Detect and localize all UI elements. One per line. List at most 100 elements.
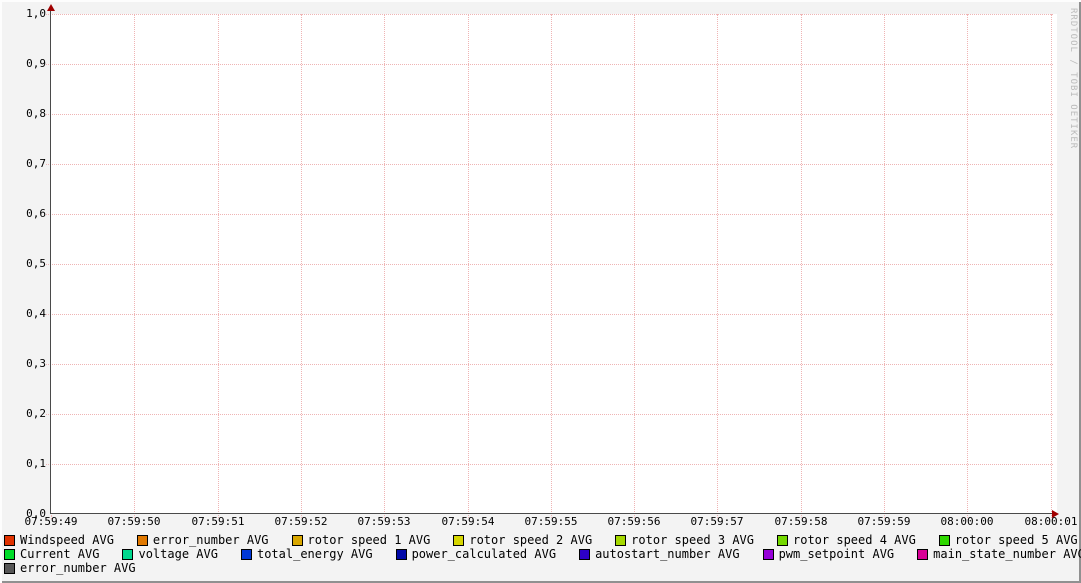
legend-item: rotor speed 1 AVG (292, 534, 431, 547)
x-tick-label: 08:00:01 (1019, 516, 1081, 528)
v-gridline (551, 14, 552, 518)
h-gridline (46, 364, 1053, 365)
legend-item: error_number AVG (137, 534, 269, 547)
legend: Windspeed AVG error_number AVG rotor speed… (4, 533, 1081, 575)
legend-item: rotor speed 2 AVG (453, 534, 592, 547)
x-tick-label: 08:00:00 (935, 516, 999, 528)
legend-color-swatch (615, 535, 626, 546)
legend-color-swatch (939, 535, 950, 546)
legend-color-swatch (241, 549, 252, 560)
x-tick-label: 07:59:53 (352, 516, 416, 528)
legend-label: Windspeed AVG (20, 534, 114, 547)
legend-color-swatch (137, 535, 148, 546)
legend-color-swatch (292, 535, 303, 546)
v-gridline (134, 14, 135, 518)
x-axis-line (50, 513, 1053, 514)
legend-label: voltage AVG (138, 548, 217, 561)
legend-item: total_energy AVG (241, 548, 373, 561)
legend-color-swatch (453, 535, 464, 546)
legend-label: rotor speed 4 AVG (793, 534, 916, 547)
v-gridline (301, 14, 302, 518)
legend-item: Current AVG (4, 548, 99, 561)
h-gridline (46, 164, 1053, 165)
legend-color-swatch (777, 535, 788, 546)
legend-item: rotor speed 3 AVG (615, 534, 754, 547)
watermark-vertical-text: RRDTOOL / TOBI OETIKER (1068, 8, 1078, 149)
legend-label: error_number AVG (153, 534, 269, 547)
legend-item: autostart_number AVG (579, 548, 740, 561)
x-axis-arrow-icon (1052, 510, 1059, 518)
legend-item: error_number AVG (4, 562, 136, 575)
v-gridline (884, 14, 885, 518)
legend-row: Current AVG voltage AVG total_energy AVG po… (4, 547, 1081, 561)
x-tick-label: 07:59:49 (19, 516, 83, 528)
h-gridline (46, 464, 1053, 465)
v-gridline (468, 14, 469, 518)
legend-row: Windspeed AVG error_number AVG rotor speed… (4, 533, 1081, 547)
legend-label: rotor speed 1 AVG (308, 534, 431, 547)
x-tick-label: 07:59:50 (102, 516, 166, 528)
x-tick-label: 07:59:57 (685, 516, 749, 528)
y-axis-line (50, 10, 51, 514)
legend-color-swatch (122, 549, 133, 560)
x-tick-label: 07:59:55 (519, 516, 583, 528)
y-tick-label: 0,5 (0, 258, 46, 270)
h-gridline (46, 414, 1053, 415)
y-tick-label: 0,1 (0, 458, 46, 470)
legend-color-swatch (4, 535, 15, 546)
legend-label: pwm_setpoint AVG (779, 548, 895, 561)
x-tick-label: 07:59:58 (769, 516, 833, 528)
x-tick-label: 07:59:59 (852, 516, 916, 528)
legend-label: rotor speed 5 AVG (955, 534, 1078, 547)
legend-color-swatch (4, 549, 15, 560)
v-gridline (1051, 14, 1052, 518)
legend-item: Windspeed AVG (4, 534, 114, 547)
x-tick-label: 07:59:52 (269, 516, 333, 528)
legend-label: Current AVG (20, 548, 99, 561)
legend-color-swatch (763, 549, 774, 560)
v-gridline (801, 14, 802, 518)
h-gridline (46, 114, 1053, 115)
y-tick-label: 0,9 (0, 58, 46, 70)
v-gridline (967, 14, 968, 518)
h-gridline (46, 264, 1053, 265)
legend-item: pwm_setpoint AVG (763, 548, 895, 561)
y-tick-label: 0,8 (0, 108, 46, 120)
x-tick-label: 07:59:56 (602, 516, 666, 528)
legend-item: voltage AVG (122, 548, 217, 561)
h-gridline (46, 64, 1053, 65)
y-tick-label: 0,2 (0, 408, 46, 420)
h-gridline (46, 214, 1053, 215)
v-gridline (218, 14, 219, 518)
v-gridline (717, 14, 718, 518)
x-tick-label: 07:59:51 (186, 516, 250, 528)
legend-color-swatch (4, 563, 15, 574)
y-tick-label: 0,3 (0, 358, 46, 370)
legend-row: error_number AVG (4, 561, 1081, 575)
h-gridline (46, 314, 1053, 315)
legend-label: error_number AVG (20, 562, 136, 575)
legend-item: main_state_number AVG (917, 548, 1081, 561)
v-gridline (634, 14, 635, 518)
legend-color-swatch (917, 549, 928, 560)
legend-item: power_calculated AVG (396, 548, 557, 561)
v-gridline (384, 14, 385, 518)
h-gridline (46, 14, 1053, 15)
y-axis-arrow-icon (47, 4, 55, 11)
legend-item: rotor speed 5 AVG (939, 534, 1078, 547)
rrd-graph-image: 1,00,90,80,70,60,50,40,30,20,10,007:59:4… (0, 0, 1081, 583)
legend-label: rotor speed 3 AVG (631, 534, 754, 547)
legend-label: autostart_number AVG (595, 548, 740, 561)
y-tick-label: 0,4 (0, 308, 46, 320)
legend-color-swatch (396, 549, 407, 560)
y-tick-label: 0,7 (0, 158, 46, 170)
legend-item: rotor speed 4 AVG (777, 534, 916, 547)
y-tick-label: 0,6 (0, 208, 46, 220)
legend-color-swatch (579, 549, 590, 560)
legend-label: rotor speed 2 AVG (469, 534, 592, 547)
legend-label: main_state_number AVG (933, 548, 1081, 561)
legend-label: power_calculated AVG (412, 548, 557, 561)
legend-label: total_energy AVG (257, 548, 373, 561)
y-tick-label: 1,0 (0, 8, 46, 20)
x-tick-label: 07:59:54 (436, 516, 500, 528)
